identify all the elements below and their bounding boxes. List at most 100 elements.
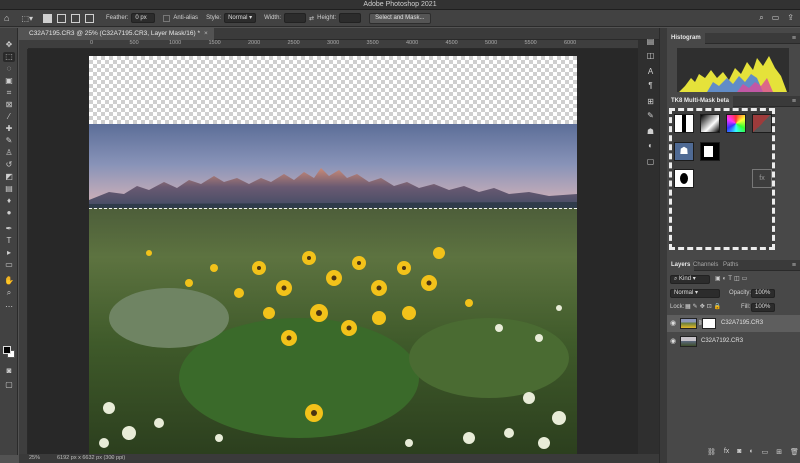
panel-menu-icon[interactable]: ≡ [792, 96, 796, 107]
home-icon[interactable]: ⌂ [4, 13, 9, 23]
frame-tool-icon[interactable]: ⊠ [3, 100, 15, 110]
tk8-luminosity-mask-button[interactable] [674, 114, 694, 133]
document-tab[interactable]: C32A7195.CR3 @ 25% (C32A7195.CR3, Layer … [19, 28, 214, 40]
width-label: Width: [264, 15, 282, 21]
tk8-gradient-mask-button[interactable] [700, 114, 720, 133]
tab-tk8-multimask[interactable]: TK8 Multi-Mask beta [667, 96, 734, 107]
layer-filter-icons[interactable]: ▣◐T◫▭ [715, 274, 749, 285]
trash-icon[interactable]: 🗑 [790, 448, 799, 458]
marquee-tool-preset-icon[interactable]: ⬚▾ [21, 14, 33, 23]
crop-tool-icon[interactable]: ⌗ [3, 88, 15, 98]
pen-tool-icon[interactable]: ✒ [3, 224, 15, 234]
workspace-icon[interactable]: ▭ [772, 13, 780, 23]
tk8-zone-mask-button[interactable] [752, 114, 772, 133]
hand-tool-icon[interactable]: ✋ [3, 276, 15, 286]
style-select[interactable]: Normal ▾ [224, 13, 257, 23]
move-tool-icon[interactable]: ✥ [3, 40, 15, 50]
tk8-channel-mask-button[interactable] [700, 142, 720, 161]
horizontal-ruler[interactable]: 0 500 1000 1500 2000 2500 3000 3500 4000 4500 5000… [28, 40, 638, 49]
eyedropper-tool-icon[interactable]: ⁄ [3, 112, 15, 122]
panel-menu-icon[interactable]: ≡ [792, 33, 796, 44]
path-selection-tool-icon[interactable]: ▸ [3, 248, 15, 258]
ruler-origin[interactable] [19, 40, 28, 49]
height-label: Height: [317, 15, 337, 21]
panel-collapse-strip[interactable] [659, 28, 667, 463]
person-panel-icon[interactable]: ☗ [645, 126, 656, 137]
object-selection-tool-icon[interactable]: ▣ [3, 76, 15, 86]
add-selection-icon[interactable] [57, 13, 67, 23]
layer-filter-select[interactable]: ⌕ Kind ▾ [670, 275, 710, 284]
gradient-tool-icon[interactable]: ▤ [3, 184, 15, 194]
group-icon[interactable]: ▭ [762, 448, 769, 458]
new-selection-icon[interactable] [43, 13, 53, 23]
tab-histogram[interactable]: Histogram [667, 33, 705, 44]
share-icon[interactable]: ⇪ [787, 13, 794, 23]
visibility-eye-icon[interactable]: ◉ [670, 315, 676, 332]
marquee-tool-icon[interactable]: ⬚ [3, 52, 15, 62]
feather-input[interactable]: 0 px [131, 13, 156, 23]
lock-icons[interactable]: ▦✎✥⊡🔒 [685, 302, 723, 313]
info-panel-icon[interactable]: ◫ [645, 50, 656, 61]
zoom-level[interactable]: 25% [29, 454, 40, 463]
paragraph-panel-icon[interactable]: ¶ [645, 80, 656, 91]
layer-row[interactable]: ◉ C32A7192.CR3 [667, 333, 800, 350]
select-and-mask-button[interactable]: Select and Mask... [369, 12, 431, 24]
antialias-checkbox[interactable] [163, 14, 171, 22]
rectangle-tool-icon[interactable]: ▭ [3, 260, 15, 270]
new-layer-icon[interactable]: ⊞ [776, 448, 782, 458]
dodge-tool-icon[interactable]: ● [3, 208, 15, 218]
vertical-ruler[interactable] [19, 49, 28, 454]
layer-mask-thumbnail[interactable] [702, 318, 716, 329]
tk8-fx-button[interactable]: fx [752, 169, 772, 188]
layer-name: C32A7192.CR3 [701, 338, 744, 344]
fill-input[interactable]: 100% [751, 303, 775, 312]
intersect-selection-icon[interactable] [85, 13, 95, 23]
ruler-tick-label: 0 [90, 40, 94, 46]
healing-brush-tool-icon[interactable]: ✚ [3, 124, 15, 134]
swap-icon[interactable]: ⇄ [309, 15, 314, 22]
panel-menu-icon[interactable]: ≡ [792, 260, 796, 271]
feather-label: Feather: [106, 15, 129, 21]
screen-mode-icon[interactable]: ▢ [3, 380, 15, 390]
document-tab-label: C32A7195.CR3 @ 25% (C32A7195.CR3, Layer … [29, 30, 200, 37]
lasso-tool-icon[interactable]: ◌ [3, 64, 15, 74]
history-brush-tool-icon[interactable]: ↺ [3, 160, 15, 170]
brushes-panel-icon[interactable]: ✎ [645, 110, 656, 121]
properties-panel-icon[interactable]: ⊞ [645, 96, 656, 107]
canvas-area[interactable] [28, 49, 638, 454]
tk8-mask-preview-button[interactable] [674, 169, 694, 188]
adjustment-layer-icon[interactable]: ◐ [749, 448, 753, 458]
more-tools-icon[interactable]: ⋯ [3, 302, 15, 312]
close-icon[interactable]: × [204, 28, 208, 40]
libraries-panel-icon[interactable]: ▢ [645, 156, 656, 167]
character-panel-icon[interactable]: A [645, 66, 656, 77]
tk8-color-mask-button[interactable] [726, 114, 746, 133]
add-mask-icon[interactable]: ◙ [737, 448, 741, 458]
clone-stamp-tool-icon[interactable]: ♙ [3, 148, 15, 158]
opacity-input[interactable]: 100% [751, 289, 775, 298]
foreground-color-swatch[interactable] [3, 346, 11, 354]
ruler-tick-label: 3500 [366, 40, 379, 46]
layer-row[interactable]: ◉ ⛓ C32A7195.CR3 [667, 315, 800, 332]
tk8-person-mask-button[interactable]: ☗ [674, 142, 694, 161]
type-tool-icon[interactable]: T [3, 236, 15, 246]
document-image[interactable] [89, 56, 577, 454]
subtract-selection-icon[interactable] [71, 13, 81, 23]
height-input[interactable] [339, 13, 362, 23]
brush-tool-icon[interactable]: ✎ [3, 136, 15, 146]
history-panel-icon[interactable]: ▤ [645, 36, 656, 47]
adjustments-panel-icon[interactable]: ◐ [645, 140, 656, 151]
blend-mode-select[interactable]: Normal ▾ [670, 289, 720, 298]
tab-paths[interactable]: Paths [719, 260, 742, 271]
eraser-tool-icon[interactable]: ◩ [3, 172, 15, 182]
visibility-eye-icon[interactable]: ◉ [670, 333, 676, 350]
link-layers-icon[interactable]: ⛓ [707, 448, 716, 458]
width-input[interactable] [284, 13, 307, 23]
blur-tool-icon[interactable]: ♦ [3, 196, 15, 206]
layer-style-icon[interactable]: fx [724, 448, 729, 458]
tab-channels[interactable]: Channels [689, 260, 722, 271]
search-icon[interactable]: ⌕ [759, 13, 763, 23]
zoom-tool-icon[interactable]: ⌕ [3, 288, 15, 298]
status-menu-icon[interactable]: › [111, 454, 113, 463]
quick-mask-icon[interactable]: ◙ [3, 366, 15, 376]
